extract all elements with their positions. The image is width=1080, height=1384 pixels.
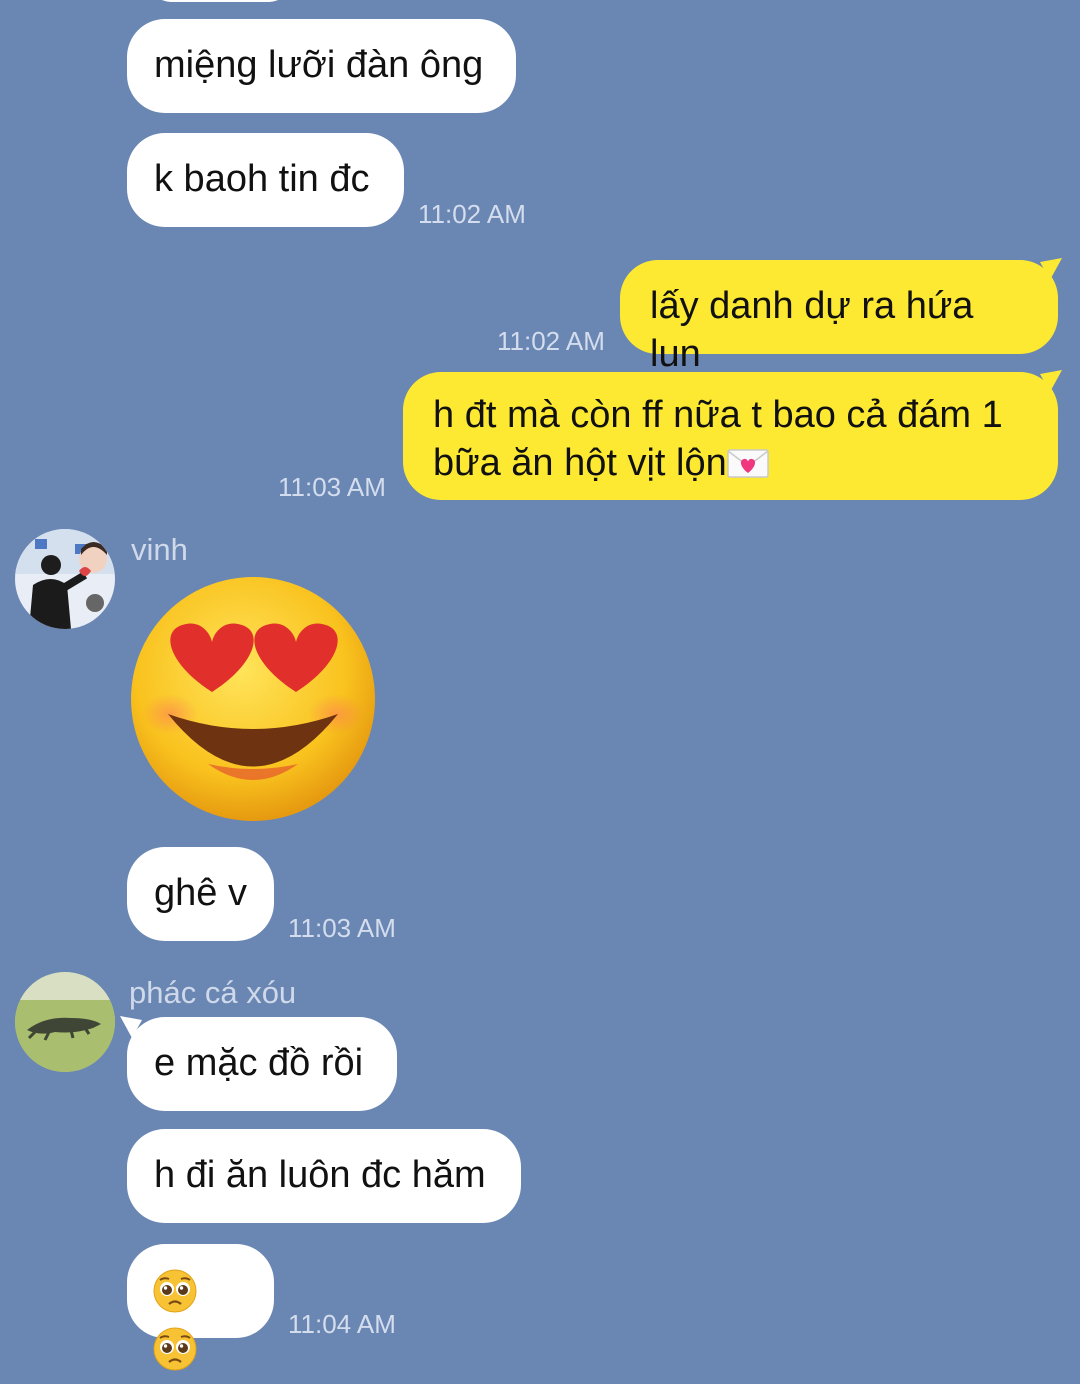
timestamp: 11:02 AM (418, 199, 526, 229)
message-bubble-outgoing[interactable]: lấy danh dự ra hứa lun (620, 260, 1058, 375)
message-text-line: h đt mà còn ff nữa t bao cả đám 1 (433, 394, 1003, 436)
message-text: lấy danh dự ra hứa lun (650, 285, 974, 375)
message-text: ghê v (154, 872, 247, 914)
sender-name: vinh (131, 532, 188, 567)
message-bubble-cut-off[interactable] (150, 0, 290, 2)
message-text: miệng lưỡi đàn ông (154, 44, 484, 86)
love-letter-icon (727, 443, 769, 491)
message-bubble[interactable]: e mặc đồ rồi (127, 1017, 397, 1111)
message-bubble[interactable] (127, 1244, 274, 1371)
heart-eyes-sticker[interactable] (128, 574, 378, 824)
avatar[interactable] (15, 972, 115, 1072)
timestamp: 11:03 AM (278, 472, 386, 502)
avatar[interactable] (15, 529, 115, 629)
message-bubble[interactable]: k baoh tin đc (127, 133, 404, 227)
message-text: bữa ăn hột vịt lộn (433, 442, 727, 484)
bubble-tail (1040, 258, 1062, 280)
pleading-face-icon (152, 1268, 198, 1326)
bubble-tail (1040, 370, 1062, 392)
sender-name: phác cá xóu (129, 975, 297, 1010)
timestamp: 11:03 AM (288, 913, 396, 943)
message-text-line-2: bữa ăn hột vịt lộn (433, 439, 1028, 491)
timestamp: 11:04 AM (288, 1309, 396, 1339)
message-text: e mặc đồ rồi (154, 1042, 364, 1084)
timestamp: 11:02 AM (497, 326, 605, 356)
message-text: h đi ăn luôn đc hăm (154, 1154, 486, 1196)
message-bubble-outgoing[interactable]: h đt mà còn ff nữa t bao cả đám 1 bữa ăn… (403, 372, 1058, 500)
message-text: k baoh tin đc (154, 158, 370, 200)
message-bubble[interactable]: miệng lưỡi đàn ông (127, 19, 516, 113)
message-bubble[interactable]: ghê v (127, 847, 274, 941)
pleading-face-icon (152, 1326, 198, 1384)
message-bubble[interactable]: h đi ăn luôn đc hăm (127, 1129, 521, 1223)
